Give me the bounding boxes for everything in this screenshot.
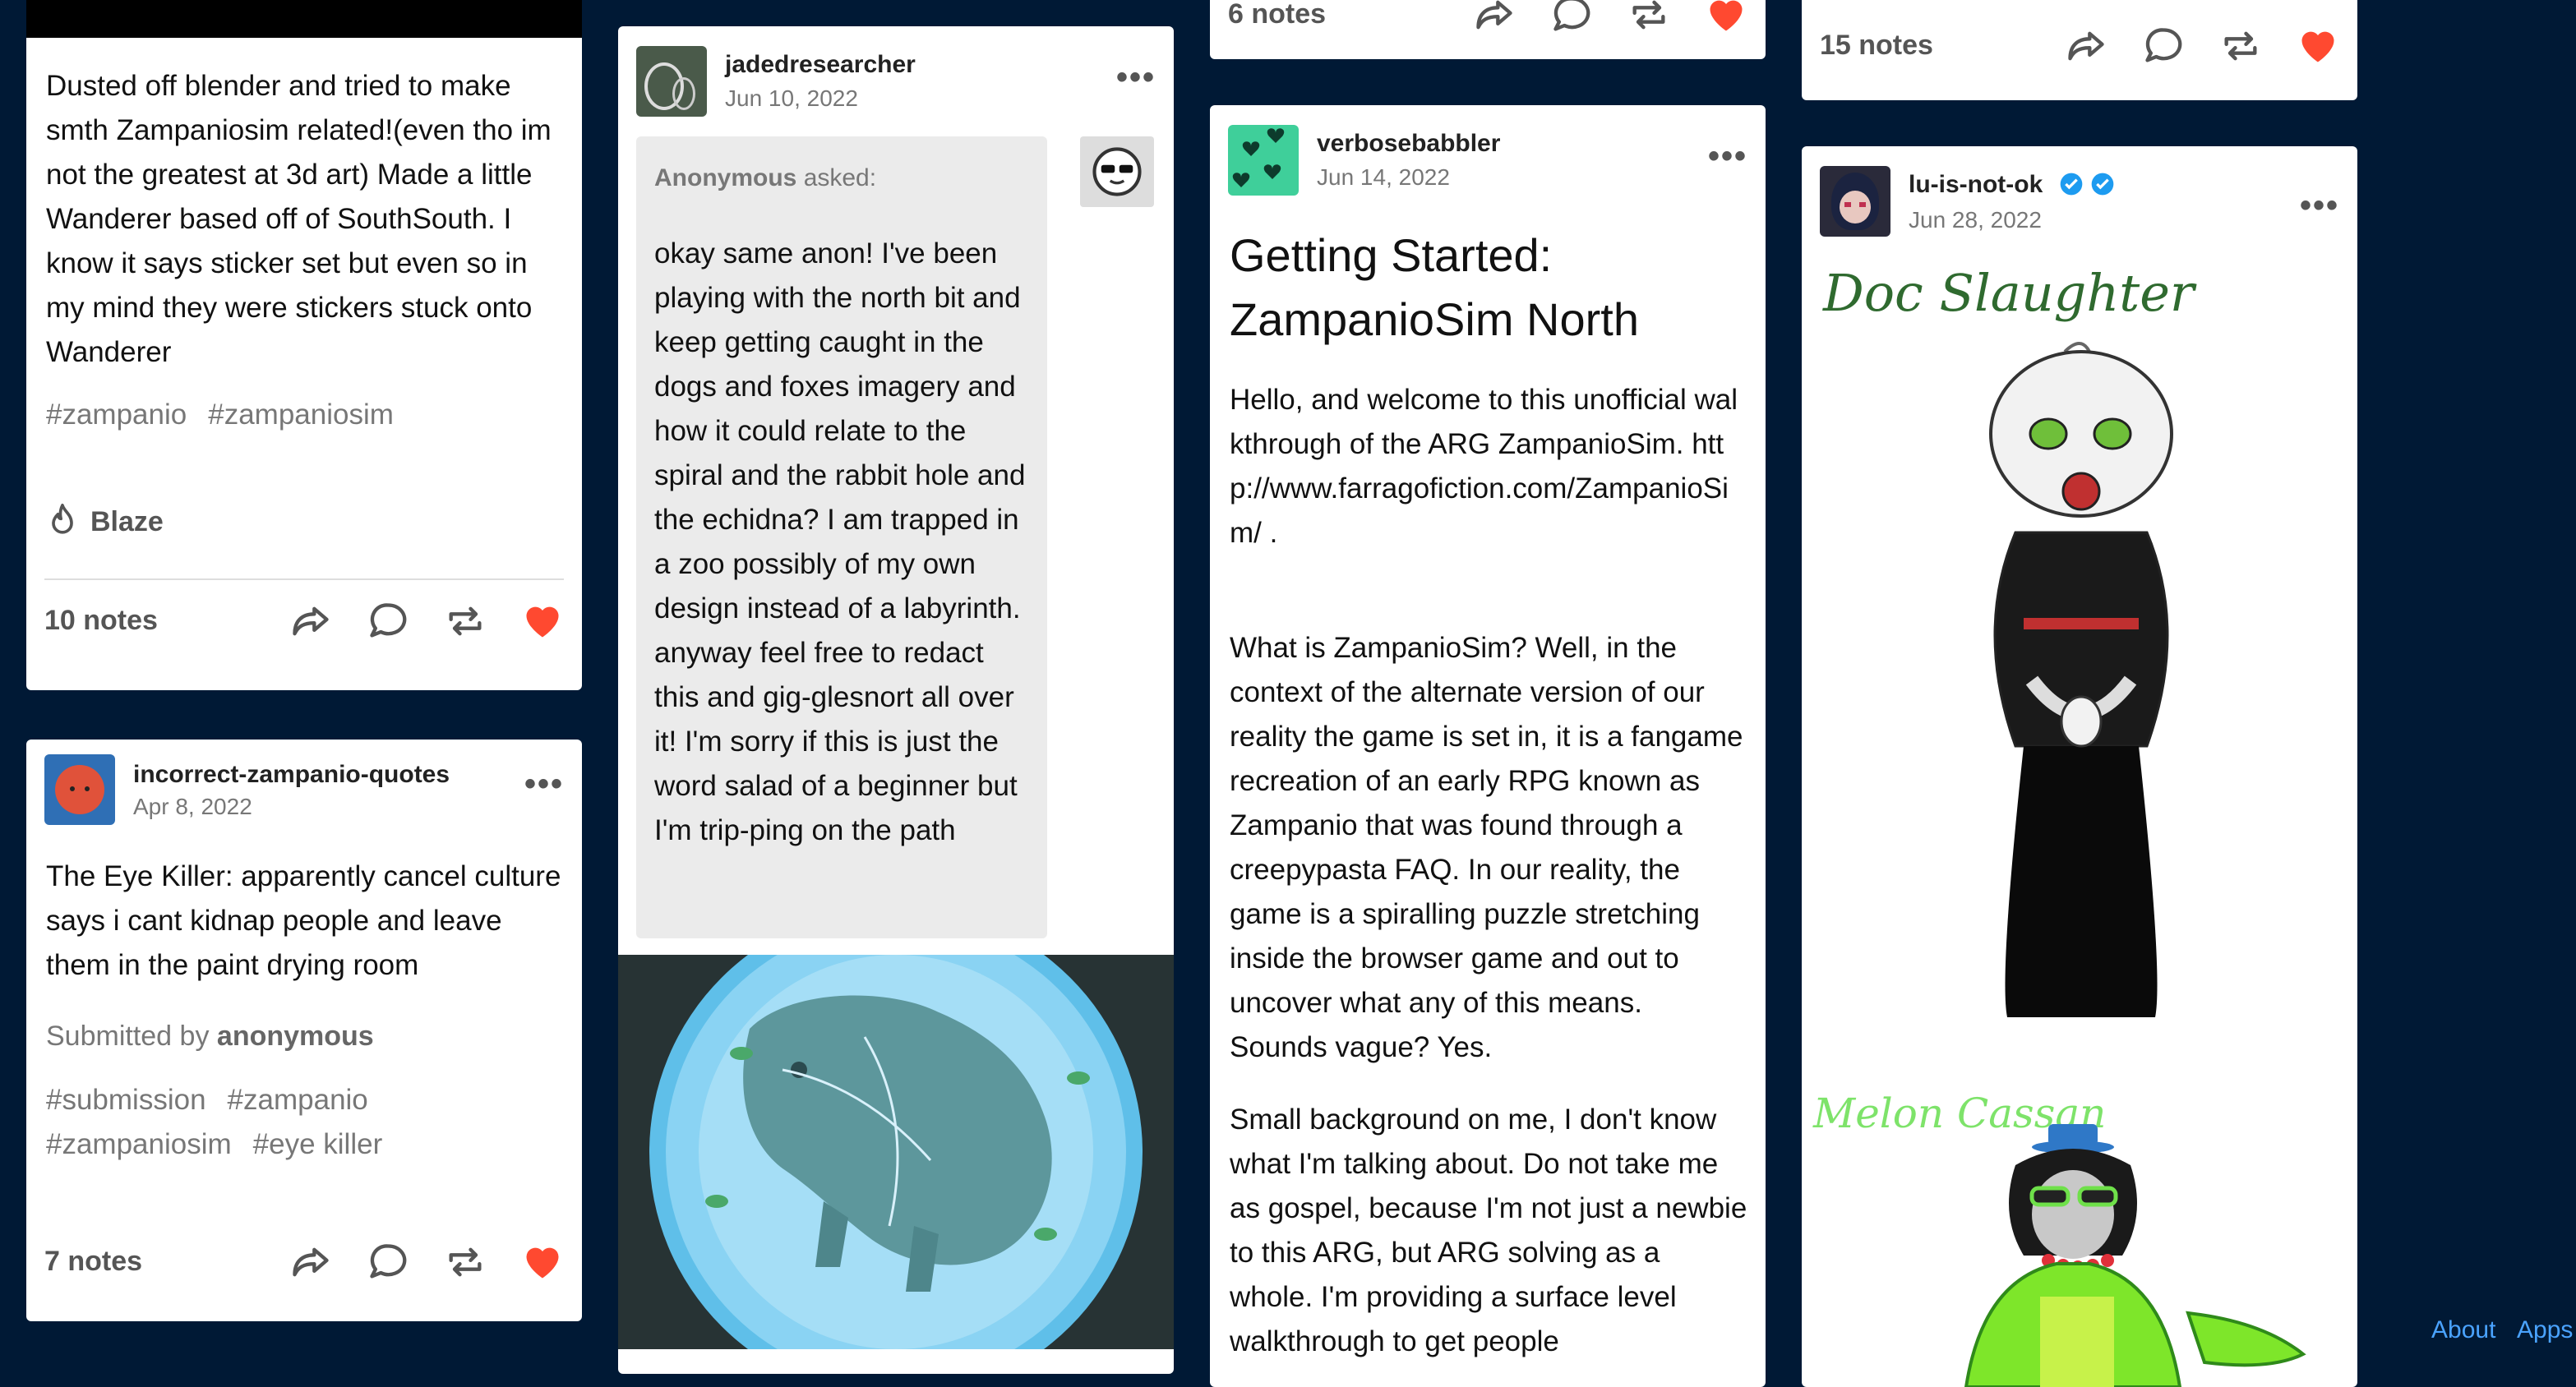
hearts-pattern-icon	[1232, 128, 1285, 187]
tag-link[interactable]: #zampanio	[46, 399, 187, 431]
post-image-strip[interactable]	[26, 0, 582, 38]
post-footer: 7 notes	[44, 1233, 564, 1290]
reply-icon[interactable]	[367, 1241, 409, 1283]
more-options-icon[interactable]: •••	[524, 767, 564, 800]
about-link[interactable]: About	[2431, 1316, 2495, 1344]
sunglasses-face-icon	[1092, 147, 1142, 196]
tag-link[interactable]: #zampaniosim	[208, 399, 394, 431]
ask-question: okay same anon! I've been playing with t…	[654, 237, 1026, 846]
divider	[44, 578, 564, 580]
submitted-prefix: Submitted by	[46, 1021, 210, 1052]
post-actions	[1473, 0, 1747, 36]
reblog-icon[interactable]	[444, 600, 487, 643]
post-title: Getting Started: ZampanioSim North	[1230, 229, 1639, 345]
share-icon[interactable]	[1473, 0, 1516, 36]
more-options-icon[interactable]: •••	[1708, 140, 1747, 173]
post-tags: #submission #zampanio #zampaniosim #eye ki…	[46, 1078, 564, 1167]
tag-link[interactable]: #zampaniosim	[46, 1128, 232, 1160]
blaze-button[interactable]: Blaze	[44, 501, 164, 542]
notes-count[interactable]: 15 notes	[1820, 30, 1933, 62]
post-username[interactable]: lu-is-not-ok	[1909, 171, 2043, 199]
notes-count[interactable]: 6 notes	[1228, 0, 1326, 30]
post-card-ask: jadedresearcher Jun 10, 2022 ••• Anonymo…	[618, 26, 1174, 1374]
heart-icon[interactable]	[2297, 25, 2339, 67]
post-footer: 10 notes	[44, 592, 564, 649]
reply-icon[interactable]	[367, 600, 409, 643]
post-username[interactable]: verbosebabbler	[1317, 130, 1500, 158]
melon-cassan-illustration	[1964, 1124, 2306, 1387]
post-actions	[289, 1241, 564, 1283]
heart-icon[interactable]	[521, 600, 564, 643]
tag-link[interactable]: #submission	[46, 1084, 206, 1116]
reblog-icon[interactable]	[2219, 25, 2262, 67]
post-text: Dusted off blender and tried to make smt…	[46, 70, 552, 368]
reply-icon[interactable]	[1550, 0, 1593, 36]
post-username[interactable]: incorrect-zampanio-quotes	[133, 761, 450, 789]
post-username[interactable]: jadedresearcher	[725, 51, 916, 79]
reblog-icon[interactable]	[444, 1241, 487, 1283]
post-date[interactable]: Jun 14, 2022	[1317, 164, 1450, 191]
reply-icon[interactable]	[2142, 25, 2185, 67]
blaze-label: Blaze	[90, 505, 164, 537]
more-options-icon[interactable]: •••	[1116, 61, 1156, 94]
notes-count[interactable]: 10 notes	[44, 605, 158, 637]
submitter-name: anonymous	[216, 1021, 374, 1052]
post-header: lu-is-not-ok Jun 28, 2022 •••	[1802, 146, 2357, 237]
avatar[interactable]	[44, 754, 115, 825]
post-image-doc-slaughter[interactable]	[1933, 335, 2229, 1042]
more-options-icon[interactable]: •••	[2300, 189, 2339, 222]
post-date[interactable]: Jun 10, 2022	[725, 85, 858, 112]
tag-link[interactable]: #eye killer	[253, 1128, 383, 1160]
apps-link[interactable]: Apps	[2517, 1316, 2573, 1344]
post-text: The Eye Killer: apparently cancel cultur…	[46, 860, 561, 981]
share-icon[interactable]	[289, 1241, 332, 1283]
post-card-eye-killer: incorrect-zampanio-quotes Apr 8, 2022 ••…	[26, 740, 582, 1321]
notes-count[interactable]: 7 notes	[44, 1246, 142, 1278]
art-label-doc-slaughter: Doc Slaughter	[1823, 263, 2195, 323]
asker-name: Anonymous	[654, 164, 797, 191]
post-actions	[289, 600, 564, 643]
avatar[interactable]	[1228, 125, 1299, 196]
anonymous-avatar	[1080, 136, 1154, 207]
ask-header: Anonymous asked:	[654, 164, 876, 192]
heart-icon[interactable]	[521, 1241, 564, 1283]
reblog-icon[interactable]	[1627, 0, 1670, 36]
post-paragraph-1: Hello, and welcome to this unofficial wa…	[1230, 384, 1738, 549]
doc-slaughter-illustration	[1989, 342, 2173, 1017]
share-icon[interactable]	[289, 600, 332, 643]
post-date[interactable]: Jun 28, 2022	[1909, 207, 2042, 233]
post-card-prev-footer-2: 15 notes	[1802, 0, 2357, 100]
post-date[interactable]: Apr 8, 2022	[133, 794, 252, 820]
tag-link[interactable]: #zampanio	[228, 1084, 368, 1116]
post-paragraph-2: What is ZampanioSim? Well, in the contex…	[1230, 632, 1743, 1063]
submitted-by: Submitted by anonymous	[46, 1021, 374, 1053]
post-tags: #zampanio #zampaniosim	[46, 393, 564, 437]
post-card-walkthrough: verbosebabbler Jun 14, 2022 ••• Getting …	[1210, 105, 1766, 1387]
heart-icon[interactable]	[1705, 0, 1747, 36]
post-card-art: lu-is-not-ok Jun 28, 2022 ••• Doc Slaugh…	[1802, 146, 2357, 1387]
post-paragraph-3: Small background on me, I don't know wha…	[1230, 1104, 1747, 1357]
avatar[interactable]	[636, 46, 707, 117]
ask-bubble: Anonymous asked: okay same anon! I've be…	[636, 136, 1047, 938]
post-header: jadedresearcher Jun 10, 2022 •••	[618, 26, 1174, 117]
flame-icon	[52, 503, 73, 534]
post-image-bear-orb[interactable]	[618, 955, 1174, 1349]
avatar[interactable]	[1820, 166, 1890, 237]
post-actions	[2065, 25, 2339, 67]
post-card-blender: Dusted off blender and tried to make smt…	[26, 0, 582, 690]
asked-label: asked:	[803, 164, 877, 191]
post-card-prev-footer: 6 notes	[1210, 0, 1766, 59]
bear-orb-illustration	[618, 955, 1174, 1349]
post-image-melon-cassan[interactable]	[1917, 1108, 2344, 1387]
post-footer: 15 notes	[1820, 16, 2339, 74]
verified-badge-icon	[2060, 173, 2083, 196]
post-header: incorrect-zampanio-quotes Apr 8, 2022 ••…	[26, 740, 582, 825]
share-icon[interactable]	[2065, 25, 2107, 67]
post-footer: 6 notes	[1228, 0, 1747, 49]
post-header: verbosebabbler Jun 14, 2022 •••	[1210, 105, 1766, 196]
verified-badge-icon	[2091, 173, 2114, 196]
